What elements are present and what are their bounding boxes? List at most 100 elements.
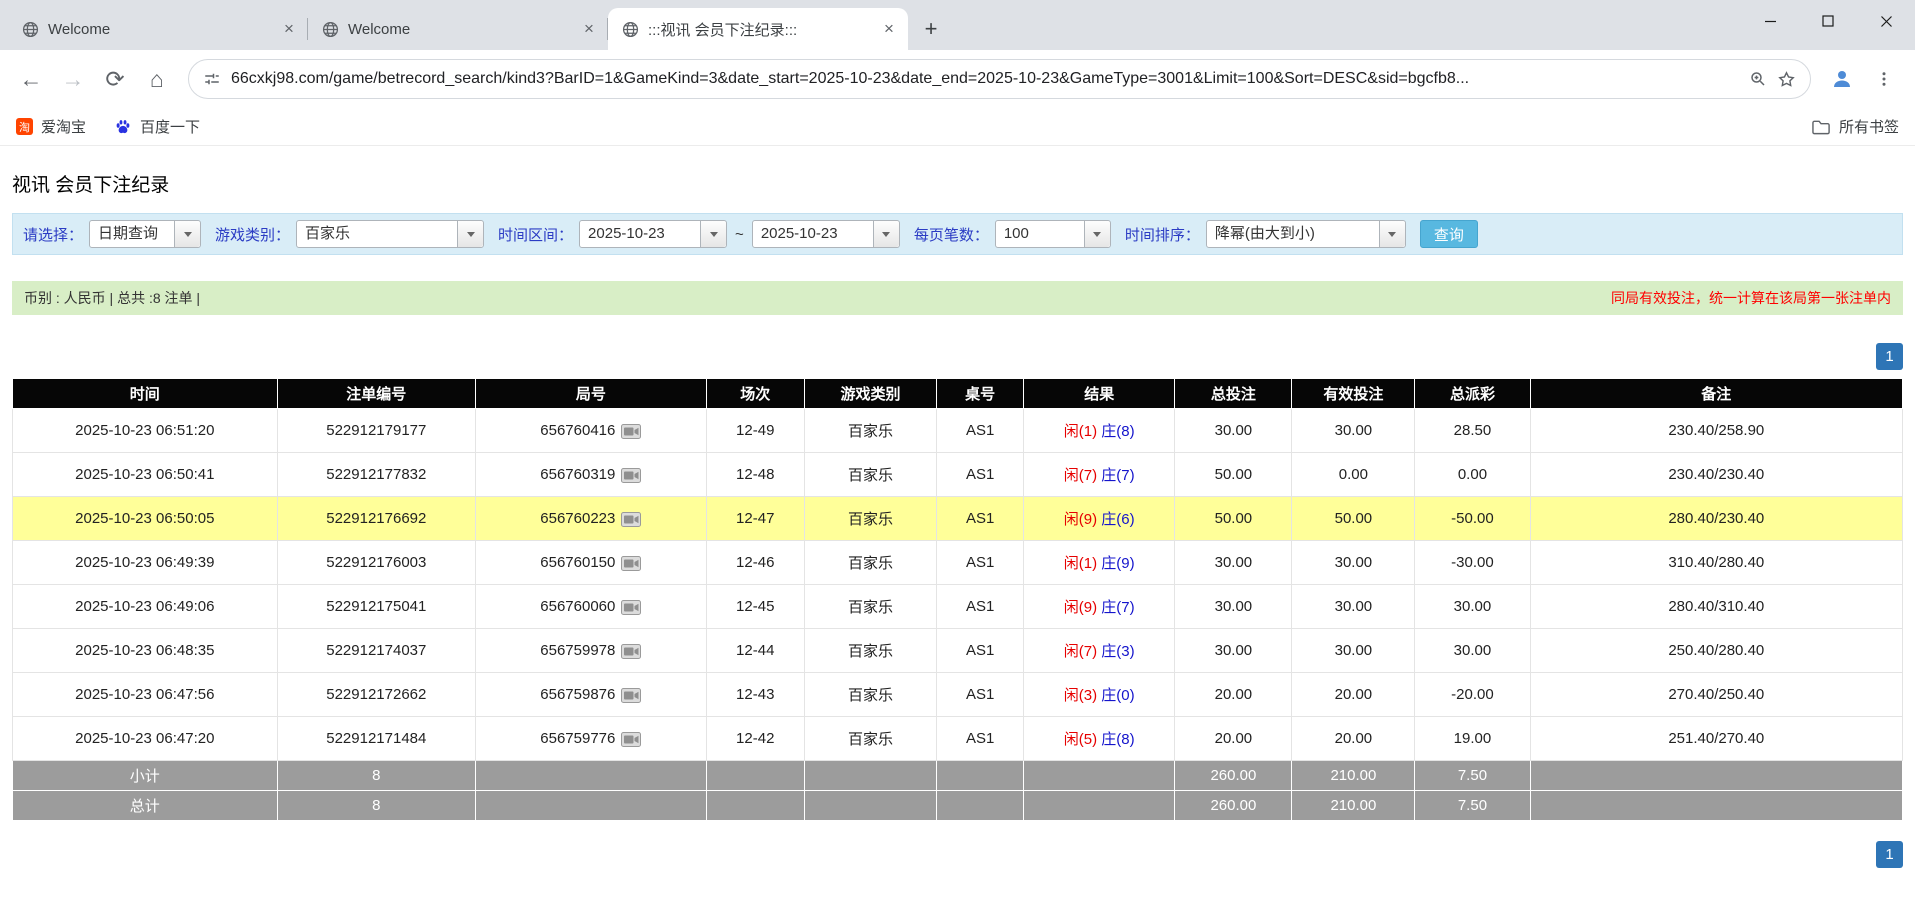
game-type-value: 百家乐 [305,225,351,242]
game-type-select[interactable]: 百家乐 [296,220,485,248]
cell-total-bet[interactable]: 20.00 [1174,672,1293,717]
round-number: 656759978 [540,642,616,659]
chevron-down-icon[interactable] [700,221,727,247]
date-start-select[interactable]: 2025-10-23 [579,220,728,248]
video-replay-icon[interactable] [621,423,642,439]
date-end-select[interactable]: 2025-10-23 [751,220,900,248]
chevron-down-icon[interactable] [872,221,899,247]
cell-total-bet[interactable]: 50.00 [1174,496,1293,541]
column-header: 注单编号 [276,378,477,409]
url-text[interactable]: 66cxkj98.com/game/betrecord_search/kind3… [231,70,1739,88]
cell-table-no: AS1 [936,584,1025,629]
cell-game-type: 百家乐 [803,452,938,497]
sort-order-select[interactable]: 降幂(由大到小) [1205,220,1406,248]
total-row-cell-6 [1023,790,1176,821]
subtotal-row-cell-1: 8 [276,760,477,791]
pagination-page-1[interactable]: 1 [1876,343,1903,370]
profile-avatar-icon[interactable] [1821,58,1863,100]
bookmark-aitaobao[interactable]: 淘 爱淘宝 [16,116,86,137]
new-tab-button[interactable]: + [916,14,946,44]
video-replay-icon[interactable] [621,731,642,747]
back-icon[interactable]: ← [10,58,52,100]
cell-valid-bet: 30.00 [1291,628,1416,673]
cell-table-no: AS1 [936,716,1025,761]
chevron-down-icon[interactable] [457,221,484,247]
cell-bet-id: 522912171484 [276,716,477,761]
cell-total-bet[interactable]: 30.00 [1174,628,1293,673]
cell-time: 2025-10-23 06:47:20 [12,716,278,761]
tab-close-icon[interactable]: × [878,18,900,40]
cell-valid-bet: 20.00 [1291,716,1416,761]
minimize-button[interactable] [1741,0,1799,42]
cell-time: 2025-10-23 06:47:56 [12,672,278,717]
cell-time: 2025-10-23 06:50:05 [12,496,278,541]
tabs-container: Welcome × Welcome ×:::视讯 会员下注纪录::: × [8,8,908,50]
result-banker: 庄(6) [1101,511,1135,528]
total-row-cell-0: 总计 [12,790,278,821]
globe-icon [320,19,340,39]
search-button[interactable]: 查询 [1419,220,1478,248]
tab-close-icon[interactable]: × [278,18,300,40]
address-bar[interactable]: 66cxkj98.com/game/betrecord_search/kind3… [188,59,1811,99]
video-replay-icon[interactable] [621,599,642,615]
cell-total-bet[interactable]: 50.00 [1174,452,1293,497]
site-info-tune-icon[interactable] [203,70,221,88]
cell-result: 闲(3) 庄(0) [1023,672,1176,717]
video-replay-icon[interactable] [621,555,642,571]
bet-record-row: 2025-10-23 06:49:39 522912176003 656760150… [12,540,1904,585]
cell-bet-id: 522912177832 [276,452,477,497]
cell-valid-bet: 50.00 [1291,496,1416,541]
home-icon[interactable]: ⌂ [136,58,178,100]
cell-game-type: 百家乐 [803,716,938,761]
kebab-menu-icon[interactable] [1863,58,1905,100]
page-size-select[interactable]: 100 [994,220,1111,248]
bookmark-label: 百度一下 [140,119,201,136]
cell-bet-id: 522912175041 [276,584,477,629]
video-replay-icon[interactable] [621,511,642,527]
forward-icon[interactable]: → [52,58,94,100]
browser-tab-bar: Welcome × Welcome ×:::视讯 会员下注纪录::: × + [0,0,1915,50]
zoom-icon[interactable] [1749,70,1767,88]
browser-tab[interactable]: Welcome × [8,8,308,50]
pagination-page-1[interactable]: 1 [1876,841,1903,868]
query-type-select[interactable]: 日期查询 [89,220,202,248]
cell-session: 12-46 [705,540,805,585]
date-end-value: 2025-10-23 [760,225,838,242]
cell-valid-bet: 0.00 [1291,452,1416,497]
cell-table-no: AS1 [936,496,1025,541]
date-separator: ~ [735,225,744,243]
cell-result: 闲(7) 庄(3) [1023,628,1176,673]
browser-tab[interactable]: Welcome × [308,8,608,50]
cell-session: 12-44 [705,628,805,673]
cell-result: 闲(1) 庄(8) [1023,408,1176,453]
close-window-icon[interactable] [1857,0,1915,42]
cell-total-bet[interactable]: 30.00 [1174,540,1293,585]
all-bookmarks[interactable]: 所有书签 [1812,116,1899,137]
chevron-down-icon[interactable] [174,221,201,247]
cell-bet-id: 522912176692 [276,496,477,541]
cell-total-bet[interactable]: 30.00 [1174,584,1293,629]
chevron-down-icon[interactable] [1378,221,1405,247]
total-row-cell-7: 260.00 [1174,790,1293,821]
page-size-label: 每页笔数： [913,226,989,244]
result-player: 闲(3) [1063,687,1098,704]
video-replay-icon[interactable] [621,687,642,703]
cell-session: 12-42 [705,716,805,761]
maximize-button[interactable] [1799,0,1857,42]
result-banker: 庄(8) [1101,731,1135,748]
game-type-label: 游戏类别： [215,226,291,244]
cell-total-bet[interactable]: 20.00 [1174,716,1293,761]
subtotal-row-cell-4 [803,760,938,791]
video-replay-icon[interactable] [621,643,642,659]
refresh-icon[interactable]: ⟳ [94,58,136,100]
bookmark-star-icon[interactable] [1777,70,1796,89]
chevron-down-icon[interactable] [1083,221,1110,247]
subtotal-row-cell-2 [475,760,707,791]
cell-total-bet[interactable]: 30.00 [1174,408,1293,453]
cell-round: 656759776 [475,716,707,761]
sort-order-label: 时间排序： [1124,226,1200,244]
browser-tab[interactable]: :::视讯 会员下注纪录::: × [608,8,908,50]
bookmark-baidu[interactable]: 百度一下 [114,116,200,137]
tab-close-icon[interactable]: × [578,18,600,40]
video-replay-icon[interactable] [621,467,642,483]
